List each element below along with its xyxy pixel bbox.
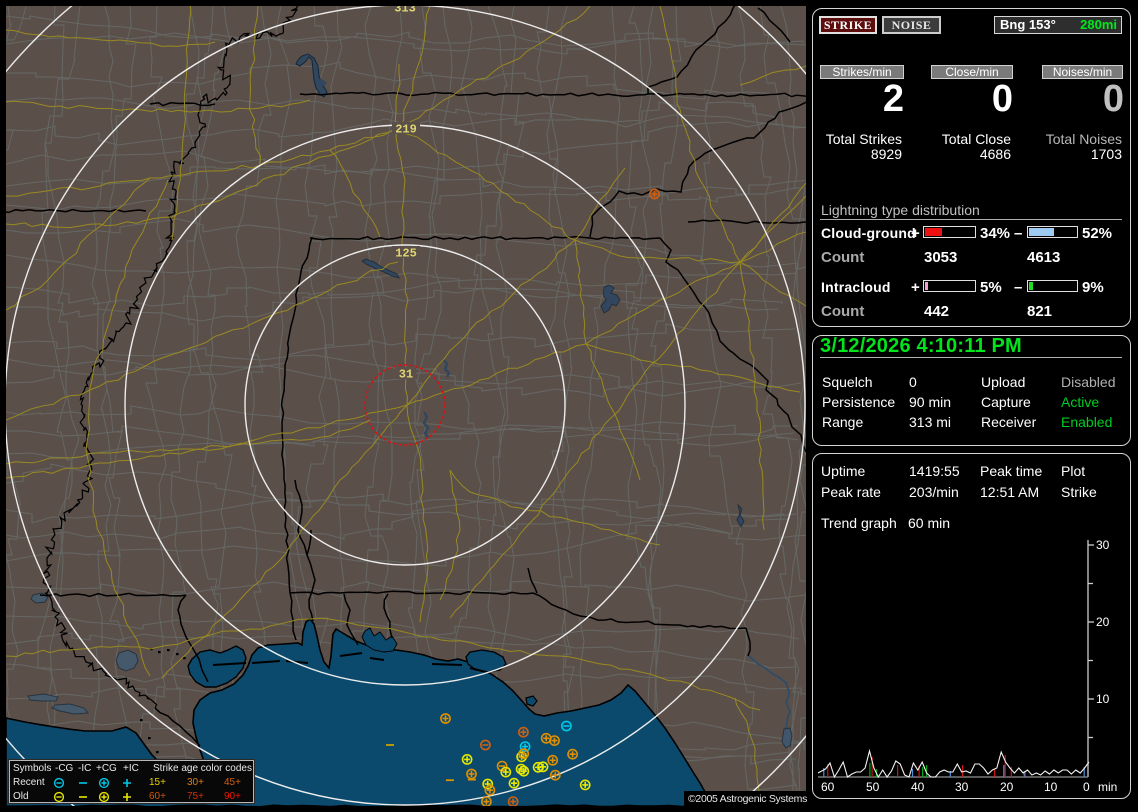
svg-text:219: 219 [395, 123, 417, 137]
svg-text:31: 31 [399, 368, 413, 382]
svg-text:125: 125 [395, 247, 417, 261]
svg-text:313: 313 [394, 2, 416, 16]
